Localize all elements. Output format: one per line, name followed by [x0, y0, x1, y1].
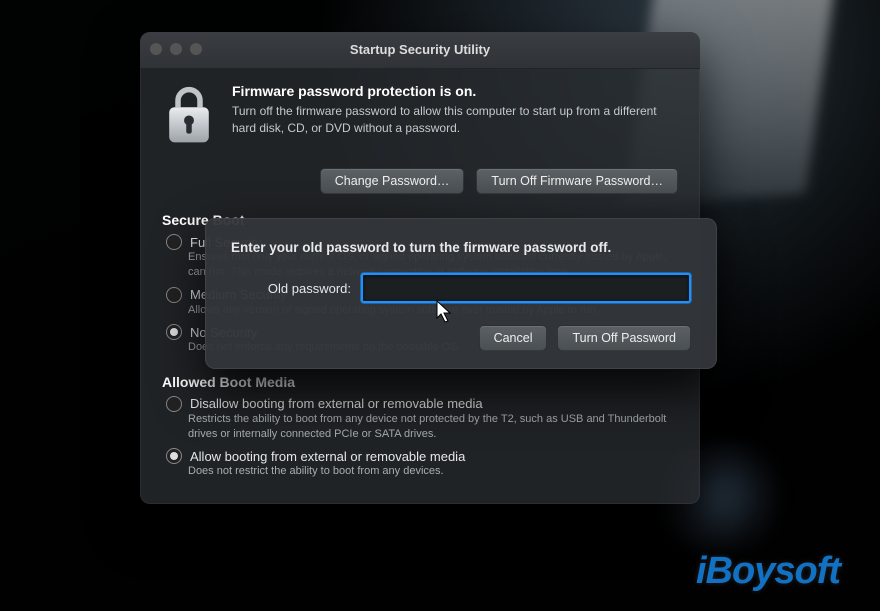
radio-allow-external[interactable]: Allow booting from external or removable…: [166, 448, 678, 479]
close-icon[interactable]: [150, 43, 162, 55]
watermark-logo: iBoysoft: [696, 550, 840, 593]
radio-label: Disallow booting from external or remova…: [190, 396, 483, 411]
firmware-description: Turn off the firmware password to allow …: [232, 103, 678, 137]
radio-description: Does not restrict the ability to boot fr…: [188, 464, 678, 479]
window-traffic-lights[interactable]: [150, 43, 202, 55]
radio-disallow-external[interactable]: Disallow booting from external or remova…: [166, 396, 678, 443]
zoom-icon[interactable]: [190, 43, 202, 55]
cancel-button[interactable]: Cancel: [479, 325, 548, 351]
radio-icon[interactable]: [166, 287, 182, 303]
radio-icon[interactable]: [166, 324, 182, 340]
password-dialog: Enter your old password to turn the firm…: [205, 218, 717, 369]
radio-label: Allow booting from external or removable…: [190, 449, 465, 464]
turn-off-password-button[interactable]: Turn Off Password: [557, 325, 691, 351]
radio-icon[interactable]: [166, 396, 182, 412]
radio-icon[interactable]: [166, 234, 182, 250]
change-password-button[interactable]: Change Password…: [320, 168, 465, 194]
old-password-input[interactable]: [361, 273, 691, 303]
turn-off-firmware-password-button[interactable]: Turn Off Firmware Password…: [476, 168, 678, 194]
window-title: Startup Security Utility: [350, 42, 490, 57]
minimize-icon[interactable]: [170, 43, 182, 55]
window-titlebar: Startup Security Utility: [140, 32, 700, 69]
dialog-prompt: Enter your old password to turn the firm…: [231, 240, 691, 255]
lock-icon: [162, 83, 216, 154]
boot-media-heading: Allowed Boot Media: [162, 374, 678, 390]
old-password-label: Old password:: [231, 281, 351, 296]
firmware-heading: Firmware password protection is on.: [232, 83, 678, 99]
radio-icon[interactable]: [166, 448, 182, 464]
radio-description: Restricts the ability to boot from any d…: [188, 412, 678, 443]
